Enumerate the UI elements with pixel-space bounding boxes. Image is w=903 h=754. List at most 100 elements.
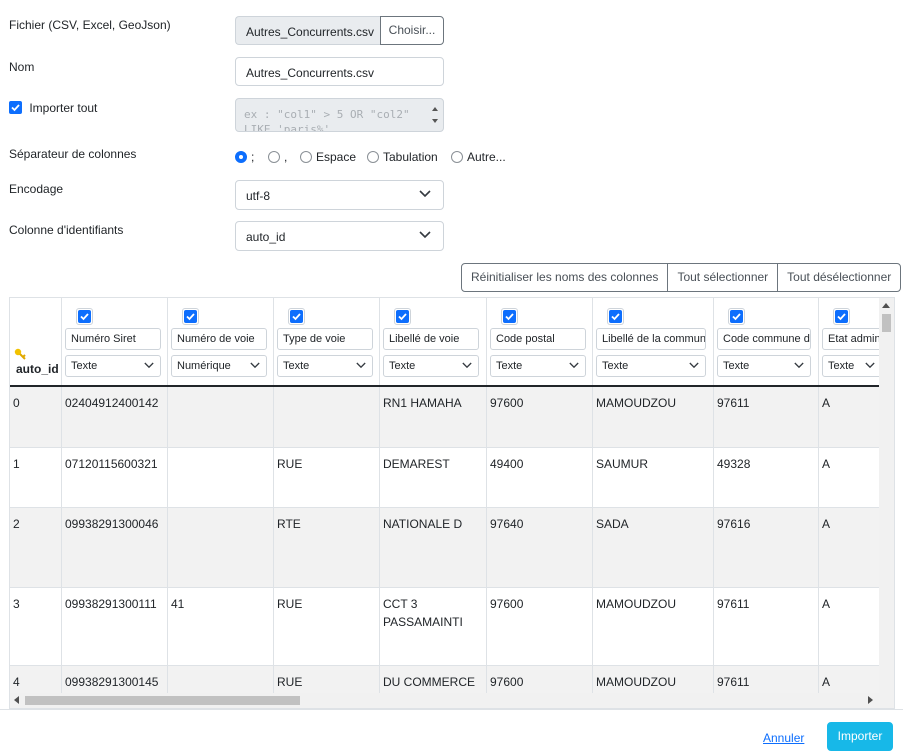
column-type-select[interactable]: Texte [822, 355, 882, 377]
radio-icon [367, 150, 379, 163]
chevron-down-icon [689, 362, 699, 369]
vertical-scrollbar[interactable] [879, 298, 894, 694]
column-name-input[interactable]: Libellé de voie [383, 328, 479, 350]
horizontal-scrollbar[interactable] [10, 693, 894, 708]
radio-other[interactable]: Autre... [451, 149, 506, 164]
encoding-label: Encodage [9, 182, 64, 196]
radio-icon [268, 150, 280, 163]
deselect-all-button[interactable]: Tout désélectionner [777, 263, 902, 292]
checkbox-checked-icon [290, 310, 303, 323]
vertical-scroll-thumb[interactable] [882, 314, 891, 332]
column-name-input[interactable]: Type de voie [277, 328, 373, 350]
column-name-input[interactable]: Numéro de voie [171, 328, 267, 350]
id-column-header: auto_id [16, 362, 59, 376]
column-type-select[interactable]: Numérique [171, 355, 267, 377]
radio-semicolon[interactable]: ; [235, 149, 254, 164]
horizontal-scroll-thumb[interactable] [25, 696, 300, 705]
chevron-down-icon [419, 231, 431, 239]
column-header: Type de voie Texte [274, 298, 380, 385]
column-type-select[interactable]: Texte [277, 355, 373, 377]
id-column-value: auto_id [246, 230, 286, 244]
name-input[interactable]: Autres_Concurrents.csv [235, 57, 444, 86]
import-all-checkbox[interactable]: Importer tout [9, 100, 97, 115]
column-type-select[interactable]: Texte [490, 355, 586, 377]
table-cell: 49400 [487, 448, 593, 507]
radio-label: ; [251, 149, 255, 164]
table-cell [168, 508, 274, 587]
table-cell: 97611 [714, 387, 819, 447]
column-name-input[interactable]: Numéro Siret [65, 328, 161, 350]
filter-placeholder: ex : "col1" > 5 OR "col2" LIKE 'paris%' [244, 108, 410, 132]
column-checkbox[interactable] [728, 308, 745, 325]
chevron-down-icon [419, 190, 431, 198]
column-header: Numéro de voie Numérique [168, 298, 274, 385]
table-row[interactable]: 0 02404912400142 RN1 HAMAHA 97600 MAMOUDZOU 9… [10, 387, 894, 448]
column-name-input[interactable]: Code commune de [717, 328, 811, 350]
radio-comma[interactable]: , [268, 149, 287, 164]
encoding-select[interactable]: utf-8 [235, 180, 444, 210]
table-row[interactable]: 1 07120115600321 RUE DEMAREST 49400 SAUMUR 493… [10, 448, 894, 508]
column-checkbox[interactable] [182, 308, 199, 325]
import-button[interactable]: Importer [827, 722, 893, 751]
column-type-select[interactable]: Texte [65, 355, 161, 377]
table-cell: SADA [593, 508, 714, 587]
radio-space[interactable]: Espace [300, 149, 356, 164]
file-name-text: Autres_Concurrents.csv [246, 25, 375, 39]
column-name-input[interactable]: Libellé de la commune [596, 328, 706, 350]
column-checkbox[interactable] [394, 308, 411, 325]
column-checkbox[interactable] [501, 308, 518, 325]
checkbox-checked-icon [9, 101, 22, 115]
table-row[interactable]: 3 09938291300111 41 RUE CCT 3 PASSAMAINTI 976… [10, 588, 894, 666]
column-type-value: Texte [723, 360, 750, 372]
column-type-value: Texte [71, 360, 98, 372]
scroll-left-icon[interactable] [14, 696, 19, 704]
table-cell: MAMOUDZOU [593, 588, 714, 665]
checkbox-checked-icon [396, 310, 409, 323]
column-header: Code commune de Texte [714, 298, 819, 385]
column-checkbox[interactable] [288, 308, 305, 325]
table-cell: 97600 [487, 387, 593, 447]
table-row[interactable]: 2 09938291300046 RTE NATIONALE D 97640 SADA 97… [10, 508, 894, 588]
column-type-value: Texte [389, 360, 416, 372]
reset-column-names-button[interactable]: Réinitialiser les noms des colonnes [461, 263, 669, 292]
table-cell: 09938291300111 [62, 588, 168, 665]
chevron-down-icon [356, 362, 366, 369]
chevron-down-icon [144, 362, 154, 369]
column-name-input[interactable]: Etat admin [822, 328, 882, 350]
radio-tab[interactable]: Tabulation [367, 149, 438, 164]
table-cell: RN1 HAMAHA [380, 387, 487, 447]
column-type-value: Numérique [177, 360, 231, 372]
table-cell: 41 [168, 588, 274, 665]
row-id-cell: 3 [10, 588, 62, 665]
file-name-display[interactable]: Autres_Concurrents.csv [235, 16, 380, 45]
row-id-cell: 1 [10, 448, 62, 507]
file-label: Fichier (CSV, Excel, GeoJson) [9, 18, 171, 32]
checkbox-checked-icon [184, 310, 197, 323]
chevron-down-icon [865, 362, 875, 369]
chevron-down-icon [250, 362, 260, 369]
table-cell: 97611 [714, 588, 819, 665]
select-all-button[interactable]: Tout sélectionner [667, 263, 779, 292]
column-name-input[interactable]: Code postal [490, 328, 586, 350]
scroll-up-icon[interactable] [882, 303, 890, 308]
scroll-right-icon[interactable] [868, 696, 873, 704]
column-type-select[interactable]: Texte [383, 355, 479, 377]
column-checkbox[interactable] [833, 308, 850, 325]
encoding-value: utf-8 [246, 189, 271, 203]
column-checkbox[interactable] [607, 308, 624, 325]
id-column-select[interactable]: auto_id [235, 221, 444, 251]
cancel-link[interactable]: Annuler [763, 731, 804, 745]
column-type-select[interactable]: Texte [596, 355, 706, 377]
column-type-value: Texte [828, 360, 855, 372]
spinner-arrows-icon[interactable] [431, 103, 439, 127]
column-type-select[interactable]: Texte [717, 355, 811, 377]
id-column-label: Colonne d'identifiants [9, 223, 124, 237]
table-cell: DEMAREST [380, 448, 487, 507]
radio-label: Tabulation [383, 149, 438, 164]
checkbox-checked-icon [835, 310, 848, 323]
chevron-down-icon [794, 362, 804, 369]
choose-file-button[interactable]: Choisir... [380, 16, 444, 45]
column-actions-toolbar: Réinitialiser les noms des colonnes Tout… [461, 263, 902, 292]
column-checkbox[interactable] [76, 308, 93, 325]
filter-textarea[interactable]: ex : "col1" > 5 OR "col2" LIKE 'paris%' [235, 98, 444, 132]
